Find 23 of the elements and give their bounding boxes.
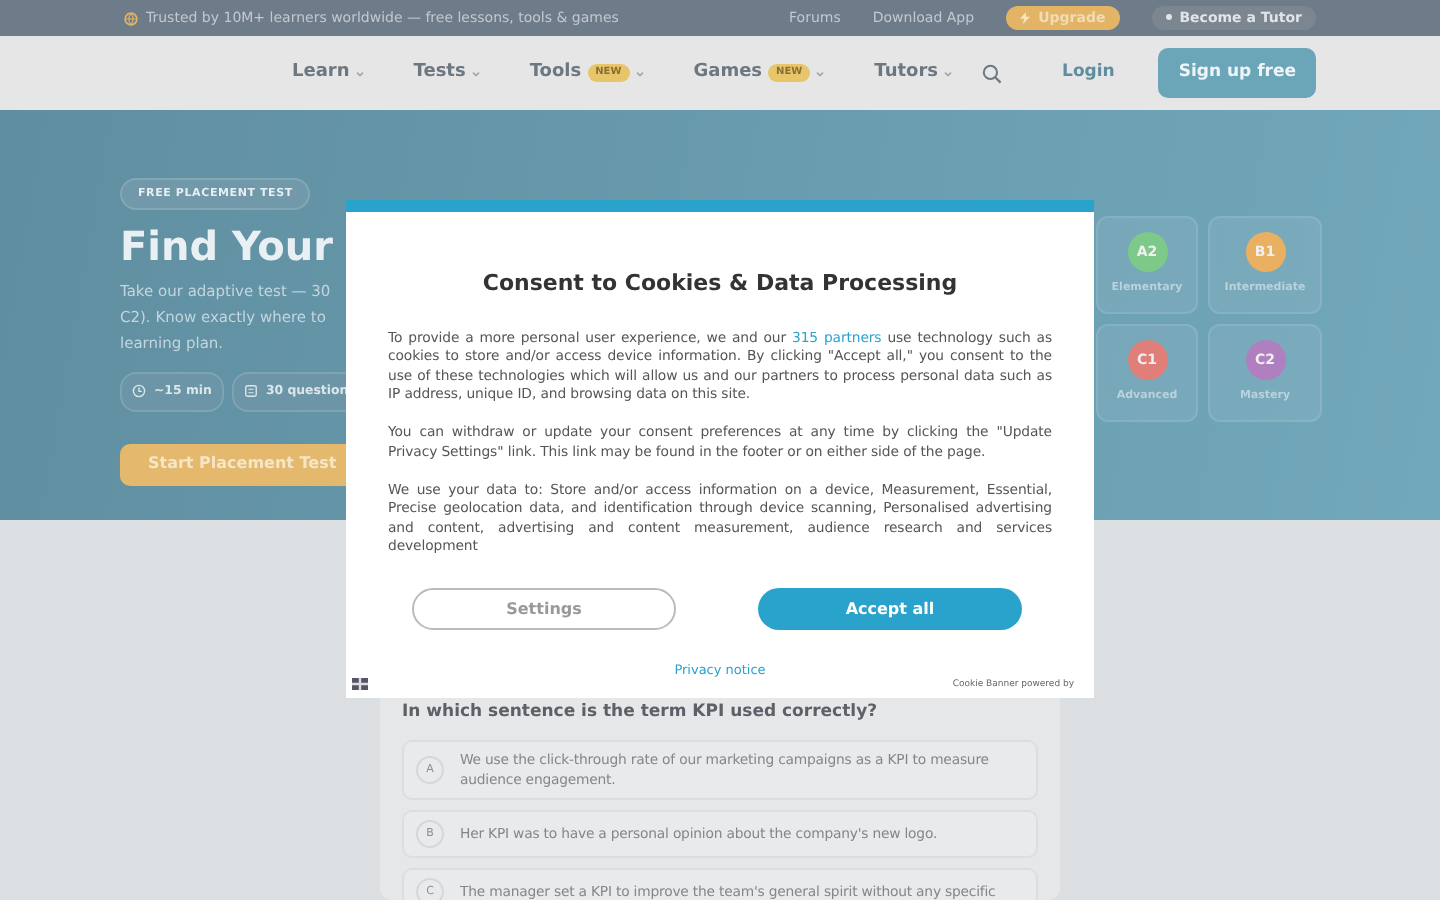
clock-icon	[132, 384, 146, 399]
dot-icon	[1165, 14, 1172, 21]
accept-all-button[interactable]: Accept all	[758, 588, 1022, 630]
flag-icon[interactable]	[352, 678, 368, 690]
caret-icon	[942, 67, 955, 79]
nav-menu-item[interactable]: Learn	[292, 59, 366, 87]
bolt-icon	[1020, 11, 1031, 24]
search-icon[interactable]	[982, 63, 1003, 83]
start-test-button[interactable]: Start Placement Test	[120, 443, 346, 486]
dialog-title: Consent to Cookies & Data Processing	[480, 268, 960, 300]
nav-menu-item[interactable]: Tests	[413, 59, 482, 87]
caret-icon	[469, 67, 482, 79]
nav-menu-item[interactable]: Tutors	[874, 59, 955, 87]
caret-icon	[633, 67, 646, 79]
settings-button[interactable]: Settings	[412, 588, 676, 630]
login-link[interactable]: Login	[1050, 58, 1127, 88]
caret-icon	[353, 67, 366, 79]
globe-icon	[124, 11, 138, 25]
list-icon	[243, 384, 258, 399]
hero-title: Find Your	[120, 222, 334, 271]
signup-button[interactable]: Sign up free	[1158, 48, 1316, 98]
caret-icon	[814, 67, 827, 79]
question-text: In which sentence is the term KPI used correctly?	[402, 700, 880, 726]
